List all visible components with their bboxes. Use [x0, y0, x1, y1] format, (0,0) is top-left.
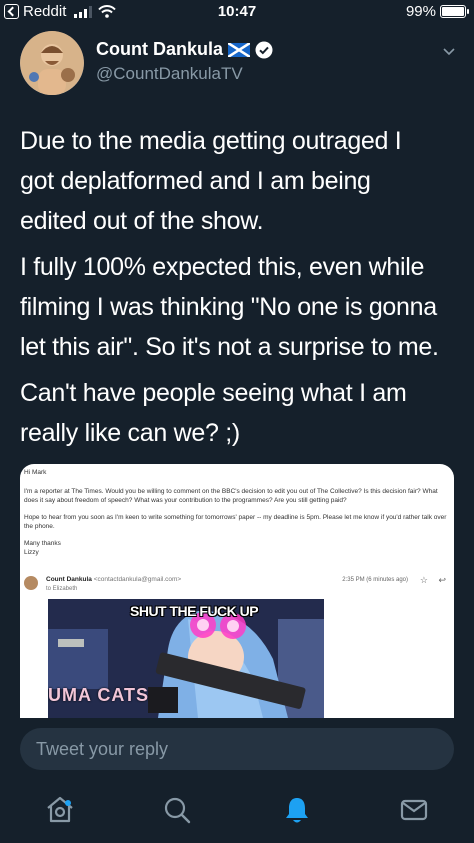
- sender-name: Count Dankula: [46, 576, 92, 583]
- bell-icon: [286, 798, 308, 823]
- sender-avatar: [24, 576, 38, 590]
- user-handle[interactable]: @CountDankulaTV: [96, 64, 243, 84]
- tab-notifications[interactable]: [281, 794, 313, 826]
- home-icon: [47, 796, 73, 823]
- tweet-text: Due to the media getting outraged I got …: [20, 121, 460, 459]
- avatar[interactable]: [20, 31, 84, 95]
- search-icon: [164, 797, 191, 824]
- tweet-line: Can't have people seeing what I am: [20, 379, 407, 407]
- battery-icon: [440, 5, 469, 18]
- email-reply-header: Count Dankula <contactdankula@gmail.com>…: [24, 575, 450, 598]
- email-greeting: Hi Mark: [24, 469, 47, 476]
- recipient-line: to Elizabeth: [46, 586, 78, 592]
- tweet-line: Due to the media getting outraged I: [20, 127, 402, 155]
- status-time: 10:47: [217, 3, 257, 20]
- status-bar: Reddit 10:47 99%: [0, 0, 474, 24]
- tweet-paragraph: I fully 100% expected this, even while f…: [20, 247, 460, 367]
- tweet-line: I fully 100% expected this, even while: [20, 253, 425, 281]
- tweet-line: really like can we? ;): [20, 419, 240, 447]
- email-signature: Lizzy: [24, 549, 39, 556]
- reply-input[interactable]: Tweet your reply: [20, 728, 454, 770]
- battery-status: 99%: [405, 3, 469, 20]
- tweet-line: filming I was thinking "No one is gonna: [20, 293, 437, 321]
- tweet-line: let this air". So it's not a surprise to…: [20, 333, 439, 361]
- sender-email: <contactdankula@gmail.com>: [93, 576, 182, 583]
- reply-placeholder: Tweet your reply: [36, 739, 169, 759]
- tweet-paragraph: Due to the media getting outraged I got …: [20, 121, 460, 241]
- display-name[interactable]: Count Dankula: [96, 39, 223, 60]
- meme-caption: SHUT THE FUCK UP: [130, 603, 259, 619]
- bottom-tab-bar: [0, 778, 474, 843]
- tab-search[interactable]: [161, 794, 193, 826]
- reply-arrow-icon: ↩: [438, 575, 446, 585]
- email-screenshot: Hi Mark I'm a reporter at The Times. Wou…: [24, 468, 450, 558]
- verified-badge-icon: [255, 41, 273, 58]
- email-time: 2:35 PM (6 minutes ago): [342, 577, 408, 583]
- sender-line: Count Dankula <contactdankula@gmail.com>: [46, 576, 181, 583]
- email-signoff: Many thanks: [24, 539, 61, 547]
- scotland-flag-icon: [228, 42, 251, 57]
- tweet-line: edited out of the show.: [20, 207, 264, 235]
- battery-percent: 99%: [405, 3, 436, 20]
- email-paragraph: I'm a reporter at The Times. Would you b…: [24, 487, 438, 505]
- email-paragraph: Hope to hear from you soon as I'm keen t…: [24, 513, 447, 531]
- tweet-media-image[interactable]: Hi Mark I'm a reporter at The Times. Wou…: [20, 464, 454, 718]
- chevron-down-icon[interactable]: [442, 44, 456, 58]
- tweet-paragraph: Can't have people seeing what I am reall…: [20, 373, 460, 453]
- tab-home[interactable]: [44, 794, 76, 826]
- meme-image: SHUT THE FUCK UP UMA CATS: [48, 599, 324, 718]
- star-icon: ☆: [419, 575, 428, 585]
- tweet-line: got deplatformed and I am being: [20, 167, 371, 195]
- tab-messages[interactable]: [398, 794, 430, 826]
- mail-icon: [400, 799, 428, 821]
- author-name-row[interactable]: Count Dankula: [96, 39, 273, 60]
- meme-sign-text: UMA CATS: [48, 685, 149, 705]
